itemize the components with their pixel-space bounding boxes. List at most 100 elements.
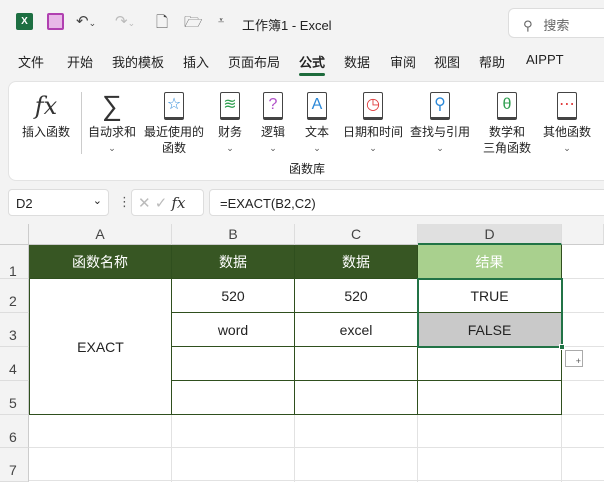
open-folder-icon[interactable]: 🗁 [184, 12, 203, 37]
more-options-icon[interactable]: ⋮ [118, 194, 131, 210]
formula-bar: D2 ⌄ ⋮ ✕ ✓ fx =EXACT(B2,C2) [0, 189, 604, 217]
ribbon-tabs: 文件 开始 我的模板 插入 页面布局 公式 数据 审阅 视图 帮助 AIPPT [0, 52, 604, 76]
chevron-down-icon: ⌄ [313, 143, 321, 153]
cell-b5[interactable] [172, 381, 295, 415]
button-label: 查找与引用 [409, 125, 470, 139]
math-trig-button[interactable]: θ 数学和 三角函数 [477, 88, 537, 156]
cell-a1[interactable]: 函数名称 [29, 245, 172, 279]
recent-functions-button[interactable]: ☆ 最近使用的 函数 [142, 88, 206, 156]
tab-home[interactable]: 开始 [67, 52, 93, 71]
sigma-icon: ∑ [102, 90, 122, 121]
column-header-empty[interactable] [562, 224, 604, 245]
financial-button[interactable]: ≋ 财务 ⌄ [214, 88, 246, 156]
cell-d1[interactable]: 结果 [418, 245, 562, 279]
search-box[interactable]: ⚲ 搜索 [508, 8, 604, 38]
row-header-7[interactable]: 7 [0, 448, 29, 482]
window-title: 工作簿1 - Excel [242, 18, 332, 33]
cancel-icon[interactable]: ✕ [138, 195, 151, 212]
tab-data[interactable]: 数据 [344, 52, 370, 71]
theta-icon: θ [497, 92, 517, 120]
button-label: 其他函数 [542, 125, 591, 139]
empty-col-e [562, 245, 604, 415]
magnifier-icon: ⚲ [430, 92, 450, 120]
tab-review[interactable]: 审阅 [390, 52, 416, 71]
title-bar: X ↶⌄ ↷⌄ 🗋 🗁 ⩡ 工作簿1 - Excel ⚲ 搜索 [0, 0, 604, 44]
column-header-d[interactable]: D [418, 224, 562, 245]
text-button[interactable]: A 文本 ⌄ [301, 88, 333, 156]
insert-function-icon[interactable]: fx [172, 194, 186, 212]
row-header-3[interactable]: 3 [0, 313, 29, 347]
insert-function-button[interactable]: fx 插入函数 [21, 88, 71, 140]
name-box[interactable]: D2 ⌄ [8, 189, 109, 216]
tab-page-layout[interactable]: 页面布局 [228, 52, 280, 71]
column-header-a[interactable]: A [29, 224, 172, 245]
spreadsheet-grid[interactable]: A B C D 1 2 3 4 5 6 7 函数名称 数据 数据 结果 EXAC… [0, 224, 604, 482]
tab-aippt[interactable]: AIPPT [526, 52, 564, 67]
column-header-c[interactable]: C [295, 224, 418, 245]
empty-rows [29, 415, 604, 482]
row-header-4[interactable]: 4 [0, 347, 29, 381]
chevron-down-icon: ⌄ [108, 143, 116, 153]
ribbon-panel: fx 插入函数 ∑ 自动求和 ⌄ ☆ 最近使用的 函数 ≋ 财务 ⌄ ? 逻辑 ⌄ A… [8, 81, 604, 181]
button-label: 自动求和 [87, 125, 136, 139]
tab-formulas[interactable]: 公式 [299, 52, 326, 76]
cell-b2[interactable]: 520 [172, 279, 295, 313]
save-icon[interactable] [47, 13, 64, 30]
button-label: 插入函数 [21, 125, 70, 139]
undo-icon[interactable]: ↶⌄ [76, 12, 96, 30]
divider [81, 92, 82, 154]
date-time-button[interactable]: ◷ 日期和时间 ⌄ [342, 88, 404, 156]
select-all-button[interactable] [0, 224, 29, 245]
autosum-button[interactable]: ∑ 自动求和 ⌄ [87, 88, 137, 156]
group-label: 函数库 [289, 162, 326, 176]
redo-icon[interactable]: ↷⌄ [115, 12, 135, 30]
row-header-2[interactable]: 2 [0, 279, 29, 313]
cell-c1[interactable]: 数据 [295, 245, 418, 279]
chevron-down-icon: ⌄ [436, 143, 444, 153]
customize-toolbar-icon[interactable]: ⩡ [218, 15, 224, 28]
tab-templates[interactable]: 我的模板 [112, 52, 164, 71]
button-label: 最近使用的 函数 [143, 125, 204, 155]
cell-b1[interactable]: 数据 [172, 245, 295, 279]
cell-c2[interactable]: 520 [295, 279, 418, 313]
cell-b3[interactable]: word [172, 313, 295, 347]
tab-help[interactable]: 帮助 [479, 52, 505, 71]
formula-controls: ✕ ✓ fx [131, 189, 204, 216]
cell-d5[interactable] [418, 381, 562, 415]
formula-input[interactable]: =EXACT(B2,C2) [209, 189, 604, 216]
cell-c4[interactable] [295, 347, 418, 381]
name-box-value: D2 [16, 196, 33, 211]
logical-button[interactable]: ? 逻辑 ⌄ [257, 88, 289, 156]
column-header-b[interactable]: B [172, 224, 295, 245]
cell-b4[interactable] [172, 347, 295, 381]
enter-icon[interactable]: ✓ [155, 195, 168, 212]
row-header-5[interactable]: 5 [0, 381, 29, 415]
button-label: 逻辑 [260, 125, 285, 139]
chevron-down-icon: ⌄ [269, 143, 277, 153]
cell-a2-merged[interactable]: EXACT [29, 279, 172, 415]
chevron-down-icon: ⌄ [563, 143, 571, 153]
clock-icon: ◷ [363, 92, 383, 120]
cell-d4[interactable] [418, 347, 562, 381]
cell-c5[interactable] [295, 381, 418, 415]
lookup-reference-button[interactable]: ⚲ 查找与引用 ⌄ [409, 88, 471, 156]
search-icon: ⚲ [523, 18, 533, 33]
new-file-icon[interactable]: 🗋 [156, 12, 168, 37]
row-header-6[interactable]: 6 [0, 415, 29, 448]
chevron-down-icon[interactable]: ⌄ [93, 194, 102, 207]
button-label: 数学和 三角函数 [482, 125, 531, 155]
button-label: 日期和时间 [342, 125, 403, 139]
more-icon: ⋯ [557, 92, 577, 120]
chevron-down-icon: ⌄ [369, 143, 377, 153]
tab-insert[interactable]: 插入 [183, 52, 209, 71]
quick-analysis-icon[interactable]: + [565, 350, 583, 367]
button-label: 财务 [217, 125, 242, 139]
button-label: 文本 [304, 125, 329, 139]
tab-file[interactable]: 文件 [18, 52, 44, 71]
fx-icon: fx [34, 92, 58, 120]
cell-c3[interactable]: excel [295, 313, 418, 347]
more-functions-button[interactable]: ⋯ 其他函数 ⌄ [541, 88, 593, 156]
text-a-icon: A [307, 92, 327, 120]
tab-view[interactable]: 视图 [434, 52, 460, 71]
row-header-1[interactable]: 1 [0, 245, 29, 279]
